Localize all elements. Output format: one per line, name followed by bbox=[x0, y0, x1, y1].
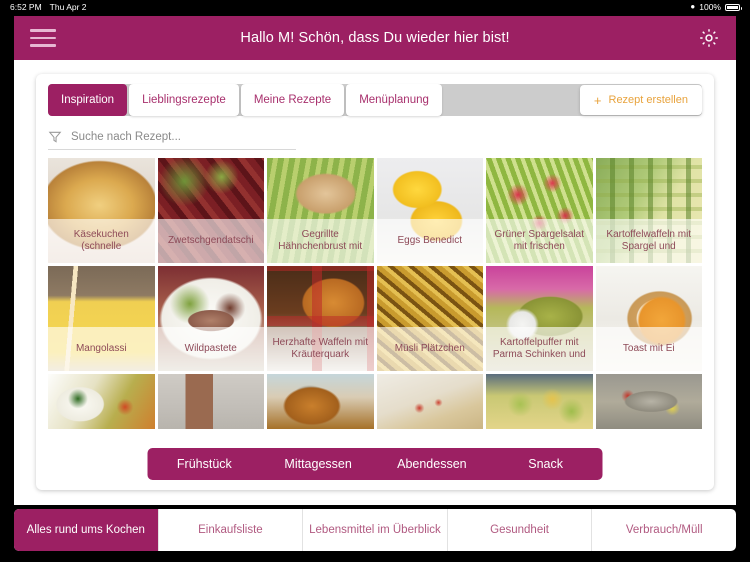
tab-lieblingsrezepte-label: Lieblingsrezepte bbox=[142, 94, 226, 106]
recipe-title: Kartoffelwaffeln mit Spargel und bbox=[595, 219, 702, 263]
meal-abendessen[interactable]: Abendessen bbox=[375, 457, 489, 471]
search-row bbox=[48, 124, 296, 150]
recipe-title: Käsekuchen (schnelle bbox=[48, 219, 155, 263]
meal-type-bar: Frühstück Mittagessen Abendessen Snack bbox=[147, 448, 603, 480]
recipe-title: Zwetschgendatschi bbox=[157, 219, 264, 263]
tab-meine-rezepte[interactable]: Meine Rezepte bbox=[240, 84, 345, 116]
tablet-screen: 6:52 PM Thu Apr 2 ● 100% Hallo M! Schön,… bbox=[0, 0, 750, 562]
search-input[interactable] bbox=[71, 130, 296, 143]
recipe-card[interactable]: Zwetschgendatschi bbox=[157, 158, 264, 263]
recipe-card[interactable] bbox=[595, 374, 702, 429]
chocolate-drink-bottle-photo bbox=[157, 374, 264, 429]
roast-chicken-photo bbox=[267, 374, 374, 429]
recipe-card[interactable]: Gegrillte Hähnchenbrust mit bbox=[267, 158, 374, 263]
recipe-card[interactable]: Eggs Benedict bbox=[376, 158, 483, 263]
recipe-card[interactable]: Kartoffelwaffeln mit Spargel und bbox=[595, 158, 702, 263]
meal-snack[interactable]: Snack bbox=[489, 457, 603, 471]
meal-mittagessen[interactable]: Mittagessen bbox=[261, 457, 375, 471]
app-window: Hallo M! Schön, dass Du wieder hier bist… bbox=[14, 16, 736, 505]
status-bar-left: 6:52 PM Thu Apr 2 bbox=[10, 2, 87, 12]
recipe-title: Grüner Spargelsalat mit frischen bbox=[486, 219, 593, 263]
recipe-title: Wildpastete bbox=[157, 327, 264, 371]
recipe-card[interactable]: Mangolassi bbox=[48, 266, 155, 371]
recipe-card[interactable] bbox=[157, 374, 264, 429]
tab-inspiration[interactable]: Inspiration bbox=[48, 84, 128, 116]
recipe-card[interactable]: Müsli Plätzchen bbox=[376, 266, 483, 371]
bottom-navigation: Alles rund ums Kochen Einkaufsliste Lebe… bbox=[14, 509, 736, 551]
recipe-title: Herzhafte Waffeln mit Kräuterquark bbox=[267, 327, 374, 371]
status-bar-time: 6:52 PM bbox=[10, 2, 42, 12]
tab-meine-rezepte-label: Meine Rezepte bbox=[253, 94, 332, 106]
wifi-icon: ● bbox=[690, 2, 696, 11]
funnel-filter-icon[interactable] bbox=[48, 130, 62, 144]
battery-icon bbox=[725, 3, 742, 11]
recipe-title: Eggs Benedict bbox=[376, 219, 483, 263]
recipe-card[interactable]: Wildpastete bbox=[157, 266, 264, 371]
recipe-card[interactable] bbox=[376, 374, 483, 429]
recipe-card[interactable]: Toast mit Ei bbox=[595, 266, 702, 371]
page-title: Hallo M! Schön, dass Du wieder hier bist… bbox=[240, 30, 510, 46]
tab-menueplanung[interactable]: Menüplanung bbox=[346, 84, 442, 116]
recipe-card[interactable] bbox=[48, 374, 155, 429]
inspiration-panel: Inspiration Lieblingsrezepte Meine Rezep… bbox=[36, 74, 714, 490]
gear-icon[interactable] bbox=[698, 27, 720, 49]
tab-bar: Inspiration Lieblingsrezepte Meine Rezep… bbox=[48, 84, 702, 116]
tab-menueplanung-label: Menüplanung bbox=[359, 94, 429, 106]
recipe-grid: Käsekuchen (schnelle Zwetschgendatschi G… bbox=[48, 158, 702, 429]
recipe-card[interactable]: Käsekuchen (schnelle bbox=[48, 158, 155, 263]
recipe-title: Gegrillte Hähnchenbrust mit bbox=[267, 219, 374, 263]
recipe-card[interactable]: Herzhafte Waffeln mit Kräuterquark bbox=[267, 266, 374, 371]
nav-verbrauch-muell[interactable]: Verbrauch/Müll bbox=[592, 509, 736, 551]
status-bar-date: Thu Apr 2 bbox=[49, 2, 87, 12]
status-bar-right: ● 100% bbox=[690, 2, 742, 12]
hamburger-menu-icon[interactable] bbox=[30, 28, 56, 48]
recipe-card[interactable]: Kartoffelpuffer mit Parma Schinken und bbox=[486, 266, 593, 371]
create-recipe-label: Rezept erstellen bbox=[608, 94, 689, 106]
content-area: Inspiration Lieblingsrezepte Meine Rezep… bbox=[14, 60, 736, 505]
app-header: Hallo M! Schön, dass Du wieder hier bist… bbox=[14, 16, 736, 60]
nav-einkaufsliste[interactable]: Einkaufsliste bbox=[159, 509, 304, 551]
recipe-title: Mangolassi bbox=[48, 327, 155, 371]
recipe-title: Toast mit Ei bbox=[595, 327, 702, 371]
tab-lieblingsrezepte[interactable]: Lieblingsrezepte bbox=[129, 84, 239, 116]
meal-fruehstueck[interactable]: Frühstück bbox=[148, 457, 262, 471]
battery-percent-label: 100% bbox=[699, 2, 721, 12]
vegetable-stew-photo bbox=[486, 374, 593, 429]
recipe-card[interactable] bbox=[267, 374, 374, 429]
rice-vegetables-photo bbox=[48, 374, 155, 429]
status-bar: 6:52 PM Thu Apr 2 ● 100% bbox=[0, 0, 750, 14]
recipe-title: Müsli Plätzchen bbox=[376, 327, 483, 371]
create-recipe-button[interactable]: + Rezept erstellen bbox=[579, 85, 702, 115]
baked-fish-photo bbox=[595, 374, 702, 429]
recipe-card[interactable]: Grüner Spargelsalat mit frischen bbox=[486, 158, 593, 263]
tab-inspiration-label: Inspiration bbox=[61, 94, 115, 106]
nav-lebensmittel-im-ueberblick[interactable]: Lebensmittel im Überblick bbox=[303, 509, 448, 551]
recipe-card[interactable] bbox=[486, 374, 593, 429]
nav-gesundheit[interactable]: Gesundheit bbox=[448, 509, 593, 551]
recipe-title: Kartoffelpuffer mit Parma Schinken und bbox=[486, 327, 593, 371]
stuffed-pastry-photo bbox=[376, 374, 483, 429]
plus-icon: + bbox=[593, 92, 602, 108]
nav-alles-rund-ums-kochen[interactable]: Alles rund ums Kochen bbox=[14, 509, 159, 551]
